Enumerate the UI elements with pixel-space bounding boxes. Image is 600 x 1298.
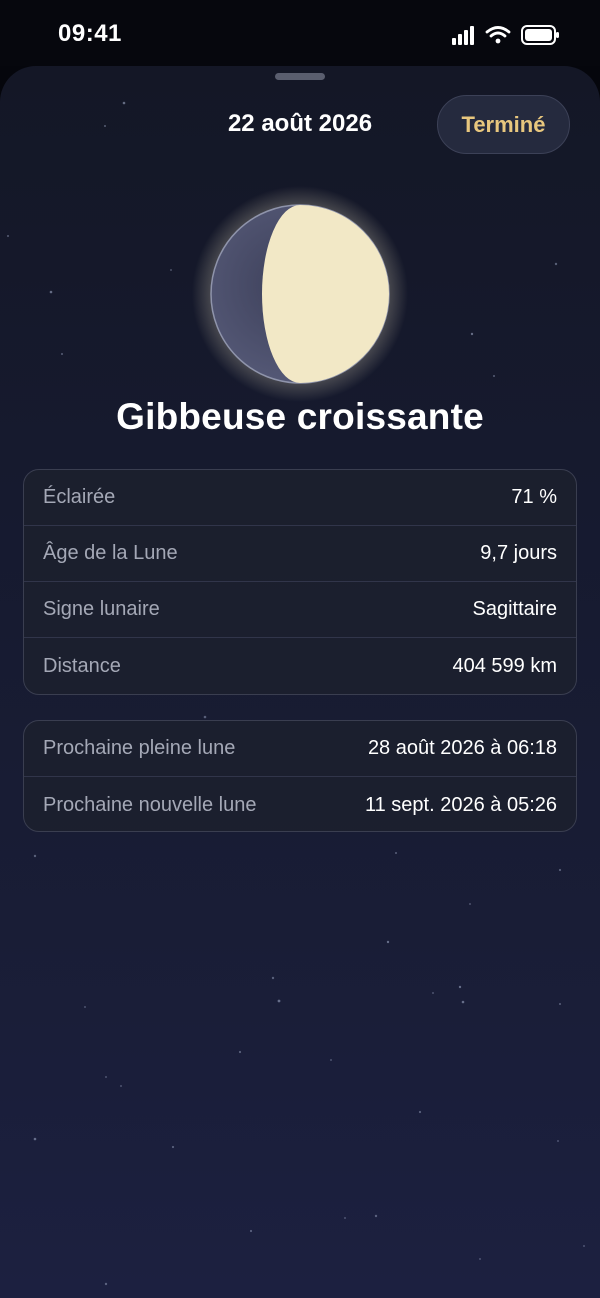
- status-bar: 09:41: [0, 0, 600, 66]
- event-label: Prochaine nouvelle lune: [43, 793, 257, 816]
- status-icons: [452, 25, 559, 45]
- event-value: 11 sept. 2026 à 05:26: [364, 793, 557, 816]
- detail-row-distance: Distance 404 599 km: [24, 638, 576, 694]
- status-time: 09:41: [58, 20, 122, 47]
- event-label: Prochaine pleine lune: [43, 737, 236, 759]
- phase-name: Gibbeuse croissante: [116, 396, 484, 437]
- detail-value: 9,7 jours: [480, 542, 557, 564]
- detail-value: Sagittaire: [472, 598, 558, 620]
- upcoming-events-card: Prochaine pleine lune 28 août 2026 à 06:…: [23, 720, 577, 832]
- sheet-title-date: 22 août 2026: [227, 110, 373, 137]
- detail-label: Signe lunaire: [43, 598, 160, 620]
- detail-value: 71 %: [511, 486, 557, 508]
- sheet-grabber[interactable]: [275, 73, 325, 80]
- detail-row-moon-sign: Signe lunaire Sagittaire: [24, 582, 576, 638]
- detail-label: Éclairée: [43, 486, 116, 508]
- done-button[interactable]: Terminé: [437, 95, 570, 154]
- moon-phase-illustration: [192, 186, 408, 402]
- event-row-next-new-moon: Prochaine nouvelle lune 11 sept. 2026 à …: [24, 777, 576, 831]
- moon-details-card: Éclairée 71 % Âge de la Lune 9,7 jours S…: [23, 469, 577, 695]
- detail-value: 404 599 km: [452, 654, 557, 677]
- event-value: 28 août 2026 à 06:18: [367, 737, 557, 759]
- detail-label: Âge de la Lune: [43, 542, 178, 564]
- detail-label: Distance: [43, 654, 121, 677]
- battery-icon: [521, 25, 559, 45]
- cellular-signal-icon: [452, 26, 474, 45]
- wifi-icon: [485, 26, 511, 44]
- detail-row-moon-age: Âge de la Lune 9,7 jours: [24, 526, 576, 582]
- moon-detail-sheet: 22 août 2026 Terminé Gibbeuse croissante…: [0, 66, 600, 1298]
- event-row-next-full-moon: Prochaine pleine lune 28 août 2026 à 06:…: [24, 721, 576, 777]
- detail-row-illumination: Éclairée 71 %: [24, 470, 576, 526]
